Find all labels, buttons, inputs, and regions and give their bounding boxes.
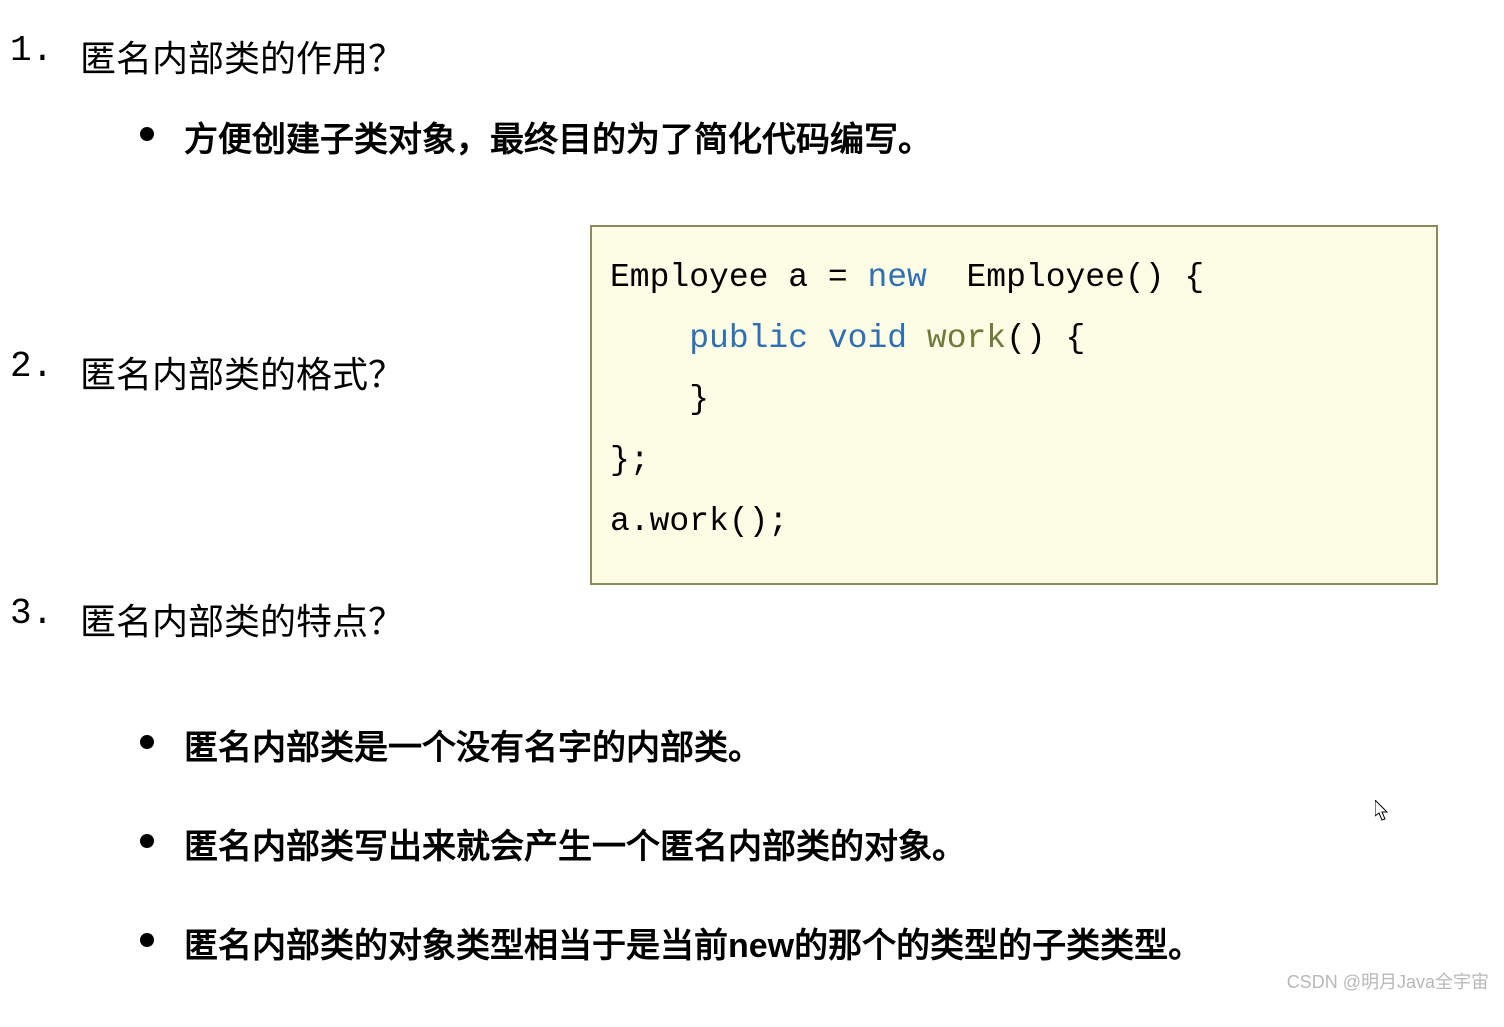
cursor-icon: [1375, 800, 1391, 822]
bullet-item: 方便创建子类对象，最终目的为了简化代码编写。: [140, 112, 1494, 161]
question-1: 1. 匿名内部类的作用？: [10, 30, 1494, 82]
question-3-text: 匿名内部类的特点？: [80, 593, 404, 645]
bullet-item: 匿名内部类的对象类型相当于是当前new的那个的类型的子类类型。: [140, 918, 1494, 967]
bullet-text: 方便创建子类对象，最终目的为了简化代码编写。: [184, 112, 932, 161]
code-line-4: };: [610, 430, 1418, 491]
bullet-text: 匿名内部类写出来就会产生一个匿名内部类的对象。: [184, 819, 966, 868]
bullet-text: 匿名内部类是一个没有名字的内部类。: [184, 720, 762, 769]
bullet-icon: [140, 933, 154, 947]
bullets-3: 匿名内部类是一个没有名字的内部类。 匿名内部类写出来就会产生一个匿名内部类的对象…: [140, 720, 1494, 967]
number-1: 1.: [10, 30, 60, 71]
bullet-icon: [140, 127, 154, 141]
number-3: 3.: [10, 593, 60, 634]
keyword-public: public: [689, 320, 808, 357]
code-line-1: Employee a = new Employee() {: [610, 247, 1418, 308]
watermark: CSDN @明月Java全宇宙: [1287, 968, 1489, 994]
question-3: 3. 匿名内部类的特点？: [10, 593, 1494, 645]
bullet-icon: [140, 735, 154, 749]
code-example: Employee a = new Employee() { public voi…: [590, 225, 1438, 585]
bullet-icon: [140, 834, 154, 848]
code-line-2: public void work() {: [610, 308, 1418, 369]
keyword-void: void: [828, 320, 907, 357]
bullet-text: 匿名内部类的对象类型相当于是当前new的那个的类型的子类类型。: [184, 918, 1202, 967]
question-2-text: 匿名内部类的格式？: [80, 346, 404, 398]
code-line-3: }: [610, 369, 1418, 430]
question-1-text: 匿名内部类的作用？: [80, 30, 404, 82]
bullet-item: 匿名内部类是一个没有名字的内部类。: [140, 720, 1494, 769]
bullet-item: 匿名内部类写出来就会产生一个匿名内部类的对象。: [140, 819, 1494, 868]
number-2: 2.: [10, 346, 60, 387]
code-line-5: a.work();: [610, 491, 1418, 552]
method-work: work: [927, 320, 1006, 357]
bullets-1: 方便创建子类对象，最终目的为了简化代码编写。: [140, 112, 1494, 161]
keyword-new: new: [867, 259, 926, 296]
